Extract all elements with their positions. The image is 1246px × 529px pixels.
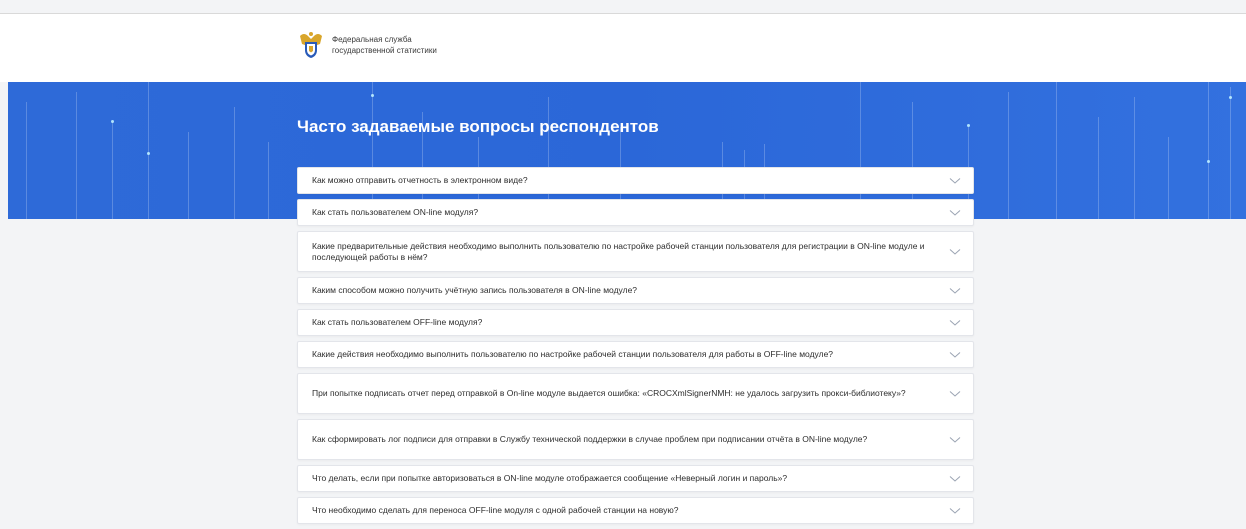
hero-decor-dot — [371, 94, 374, 97]
faq-question: Что необходимо сделать для переноса OFF-… — [312, 505, 679, 515]
faq-question: Какие действия необходимо выполнить поль… — [312, 349, 834, 359]
hero-decor-line — [148, 82, 149, 219]
hero-decor-line — [234, 107, 235, 219]
chevron-down-icon[interactable] — [949, 209, 961, 217]
faq-item[interactable]: Какие действия необходимо выполнить поль… — [297, 341, 974, 368]
site-logo[interactable]: Федеральная служба государственной стати… — [298, 30, 437, 60]
chevron-down-icon[interactable] — [949, 351, 961, 359]
hero-decor-line — [26, 102, 27, 219]
faq-question: Каким способом можно получить учётную за… — [312, 285, 638, 295]
hero-decor-dot — [147, 152, 150, 155]
faq-question: При попытке подписать отчет перед отправ… — [312, 388, 906, 398]
hero-decor-line — [1098, 117, 1099, 219]
chevron-down-icon[interactable] — [949, 248, 961, 256]
hero-decor-line — [1056, 82, 1057, 219]
hero-decor-line — [1008, 92, 1009, 219]
faq-question: Как сформировать лог подписи для отправк… — [312, 434, 868, 444]
chevron-down-icon[interactable] — [949, 475, 961, 483]
hero-decor-dot — [1229, 96, 1232, 99]
hero-decor-dot — [1207, 160, 1210, 163]
rosstat-emblem-icon — [300, 32, 322, 58]
faq-item[interactable]: Как можно отправить отчетность в электро… — [297, 167, 974, 194]
hero-decor-line — [1208, 82, 1209, 219]
faq-item[interactable]: Как стать пользователем ON-line модуля? — [297, 199, 974, 226]
chevron-down-icon[interactable] — [949, 319, 961, 327]
hero-decor-dot — [111, 120, 114, 123]
hero-decor-line — [188, 132, 189, 219]
chevron-down-icon[interactable] — [949, 436, 961, 444]
chevron-down-icon[interactable] — [949, 287, 961, 295]
faq-question: Как стать пользователем OFF-line модуля? — [312, 317, 483, 327]
chevron-down-icon[interactable] — [949, 177, 961, 185]
hero-decor-line — [76, 92, 77, 219]
hero-decor-line — [268, 142, 269, 219]
hero-decor-line — [1134, 97, 1135, 219]
faq-item[interactable]: Каким способом можно получить учётную за… — [297, 277, 974, 304]
faq-item[interactable]: Как сформировать лог подписи для отправк… — [297, 419, 974, 460]
faq-item[interactable]: Что необходимо сделать для переноса OFF-… — [297, 497, 974, 524]
faq-accordion: Как можно отправить отчетность в электро… — [297, 167, 974, 529]
chevron-down-icon[interactable] — [949, 390, 961, 398]
site-header — [0, 14, 1246, 82]
org-name-line2: государственной статистики — [332, 46, 437, 55]
logo-text: Федеральная служба государственной стати… — [332, 34, 437, 56]
faq-item[interactable]: Какие предварительные действия необходим… — [297, 231, 974, 272]
faq-item[interactable]: При попытке подписать отчет перед отправ… — [297, 373, 974, 414]
faq-item[interactable]: Что делать, если при попытке авторизоват… — [297, 465, 974, 492]
org-name-line1: Федеральная служба — [332, 35, 412, 44]
faq-question: Как можно отправить отчетность в электро… — [312, 175, 528, 185]
faq-question: Какие предварительные действия необходим… — [312, 240, 925, 262]
chevron-down-icon[interactable] — [949, 507, 961, 515]
hero-decor-line — [1168, 137, 1169, 219]
faq-question: Что делать, если при попытке авторизоват… — [312, 473, 788, 483]
page-title: Часто задаваемые вопросы респондентов — [297, 117, 659, 136]
hero-decor-line — [112, 122, 113, 219]
faq-item[interactable]: Как стать пользователем OFF-line модуля? — [297, 309, 974, 336]
hero-decor-line — [1230, 87, 1231, 219]
hero-decor-dot — [967, 124, 970, 127]
faq-question: Как стать пользователем ON-line модуля? — [312, 207, 479, 217]
